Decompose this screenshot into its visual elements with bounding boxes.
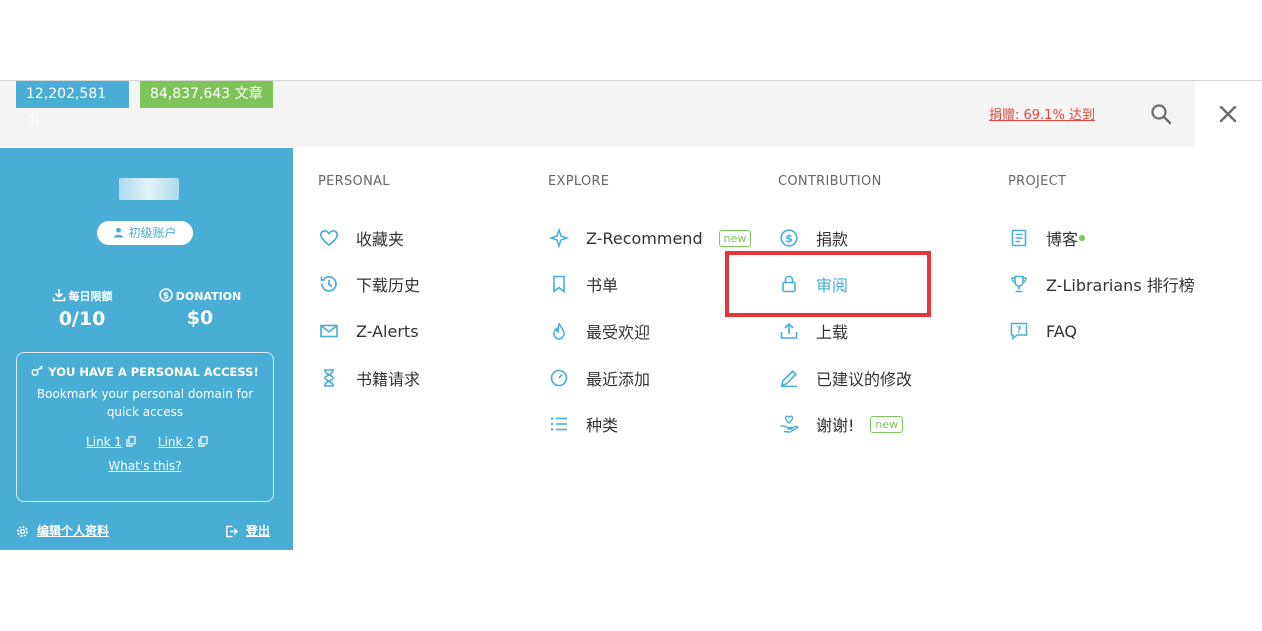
bookmark-icon (553, 275, 565, 294)
access-title: YOU HAVE A PERSONAL ACCESS! (48, 365, 259, 379)
heart-icon (319, 229, 339, 247)
menu-item-blog[interactable]: 博客 (1008, 226, 1086, 250)
edit-profile-label: 编辑个人资料 (37, 524, 110, 538)
menu-heading-project: PROJECT (1008, 174, 1067, 189)
personal-access-box: YOU HAVE A PERSONAL ACCESS! Bookmark you… (16, 352, 274, 502)
menu-item-thanks[interactable]: 谢谢! new (778, 412, 904, 436)
menu-item-z-librarians-leaderboard[interactable]: Z-Librarians 排行榜 (1008, 272, 1195, 296)
pencil-icon (780, 370, 797, 387)
daily-limit-stat: 每日限额 0/10 (27, 288, 137, 330)
daily-limit-value: 0/10 (58, 308, 106, 330)
donation-stat: $ DONATION $0 (145, 288, 255, 329)
trophy-icon (1011, 275, 1027, 293)
svg-text:$: $ (785, 232, 793, 245)
menu-item-download-history[interactable]: 下载历史 (318, 272, 420, 296)
key-icon (31, 365, 44, 376)
copy-icon[interactable] (198, 436, 208, 447)
edit-profile-link[interactable]: 编辑个人资料 (16, 522, 109, 539)
search-icon[interactable] (1150, 103, 1172, 125)
hourglass-icon (324, 369, 334, 387)
menu-heading-personal: PERSONAL (318, 174, 390, 189)
svg-text:$: $ (163, 291, 169, 301)
sparkle-star-icon (549, 228, 569, 248)
menu-item-faq[interactable]: ? FAQ (1008, 319, 1077, 343)
user-sidebar: 初级账户 每日限额 0/10 $ DONATION $0 YOU HAVE A … (0, 148, 293, 550)
donation-value: $0 (186, 307, 214, 329)
new-badge: new (870, 415, 904, 433)
gear-icon (17, 526, 28, 537)
clock-icon (550, 369, 568, 387)
daily-limit-label: 每日限额 (68, 290, 113, 303)
notification-dot (1079, 235, 1086, 241)
whats-this-link[interactable]: What's this? (108, 459, 181, 473)
donation-label: DONATION (175, 290, 242, 303)
user-icon (114, 227, 124, 238)
menu-item-most-popular[interactable]: 最受欢迎 (548, 319, 650, 343)
menu-column-project: PROJECT 博客 Z-Librarians 排行榜 ? FAQ (1008, 174, 1238, 354)
help-chat-icon: ? (1010, 322, 1028, 341)
logout-link[interactable]: 登出 (225, 522, 270, 539)
account-type-badge: 初级账户 (97, 221, 193, 245)
menu-item-favorites[interactable]: 收藏夹 (318, 226, 404, 250)
menu-item-donate[interactable]: $ 捐款 (778, 226, 848, 250)
articles-count-badge: 84,837,643 文章 (140, 81, 273, 108)
copy-icon[interactable] (126, 436, 136, 447)
menu-column-personal: PERSONAL 收藏夹 下载历史 Z-Alerts 书籍请求 (318, 174, 518, 434)
menu-item-recently-added[interactable]: 最近添加 (548, 366, 650, 390)
menu-item-z-recommend[interactable]: Z-Recommend new (548, 226, 752, 250)
logout-icon (226, 525, 239, 538)
menu-heading-explore: EXPLORE (548, 174, 610, 189)
personal-link-2[interactable]: Link 2 (158, 435, 194, 449)
logout-label: 登出 (246, 524, 271, 538)
menu-item-booklists[interactable]: 书单 (548, 272, 618, 296)
avatar (119, 178, 179, 200)
menu-item-suggested-edits[interactable]: 已建议的修改 (778, 366, 912, 390)
donate-progress-link[interactable]: 捐赠: 69.1% 达到 (989, 104, 1095, 123)
review-highlight-box (725, 251, 931, 317)
personal-link-1[interactable]: Link 1 (86, 435, 122, 449)
list-icon (550, 417, 567, 431)
books-count-badge: 12,202,581 书 (16, 81, 129, 129)
account-type-label: 初级账户 (128, 226, 177, 240)
document-icon (1011, 229, 1027, 247)
dollar-coin-icon: $ (780, 229, 798, 247)
menu-item-book-requests[interactable]: 书籍请求 (318, 366, 420, 390)
upload-icon (780, 322, 798, 339)
download-icon (52, 289, 65, 302)
close-icon[interactable] (1216, 102, 1240, 126)
svg-text:?: ? (1016, 326, 1021, 336)
mail-alert-icon (320, 324, 338, 338)
flame-icon (553, 322, 565, 340)
access-description: Bookmark your personal domain for quick … (36, 387, 254, 419)
menu-item-categories[interactable]: 种类 (548, 412, 618, 436)
history-icon (320, 276, 337, 292)
menu-item-upload[interactable]: 上载 (778, 319, 848, 343)
dollar-coin-icon: $ (158, 288, 173, 302)
hand-heart-icon (780, 415, 799, 433)
new-badge: new (718, 229, 752, 247)
menu-item-z-alerts[interactable]: Z-Alerts (318, 319, 419, 343)
menu-heading-contribution: CONTRIBUTION (778, 174, 882, 189)
